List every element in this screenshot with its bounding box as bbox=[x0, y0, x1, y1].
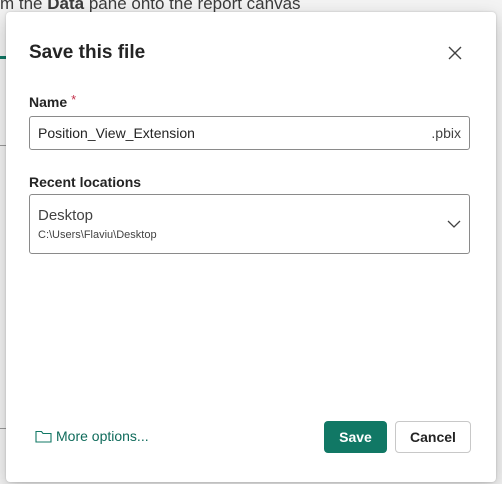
recent-locations-label: Recent locations bbox=[29, 174, 142, 190]
save-button[interactable]: Save bbox=[324, 421, 387, 453]
save-file-dialog: Save this file Name* .pbix Recent locati… bbox=[6, 12, 496, 482]
close-button[interactable] bbox=[443, 41, 467, 65]
file-extension-suffix: .pbix bbox=[431, 125, 461, 141]
name-label-text: Name bbox=[29, 94, 68, 110]
cancel-button[interactable]: Cancel bbox=[395, 421, 471, 453]
file-name-input[interactable] bbox=[30, 118, 432, 148]
file-name-field: .pbix bbox=[29, 116, 470, 150]
required-indicator: * bbox=[71, 92, 77, 107]
close-icon bbox=[448, 46, 462, 60]
name-label: Name * bbox=[29, 92, 77, 110]
location-name: Desktop bbox=[38, 207, 94, 224]
dialog-title: Save this file bbox=[29, 42, 146, 63]
more-options-label: More options... bbox=[56, 428, 149, 444]
recent-location-dropdown[interactable]: Desktop C:\Users\Flaviu\Desktop bbox=[29, 194, 470, 254]
more-options-link[interactable]: More options... bbox=[35, 428, 149, 444]
chevron-down-icon bbox=[447, 220, 461, 228]
location-path: C:\Users\Flaviu\Desktop bbox=[38, 229, 157, 241]
folder-icon bbox=[35, 430, 52, 443]
